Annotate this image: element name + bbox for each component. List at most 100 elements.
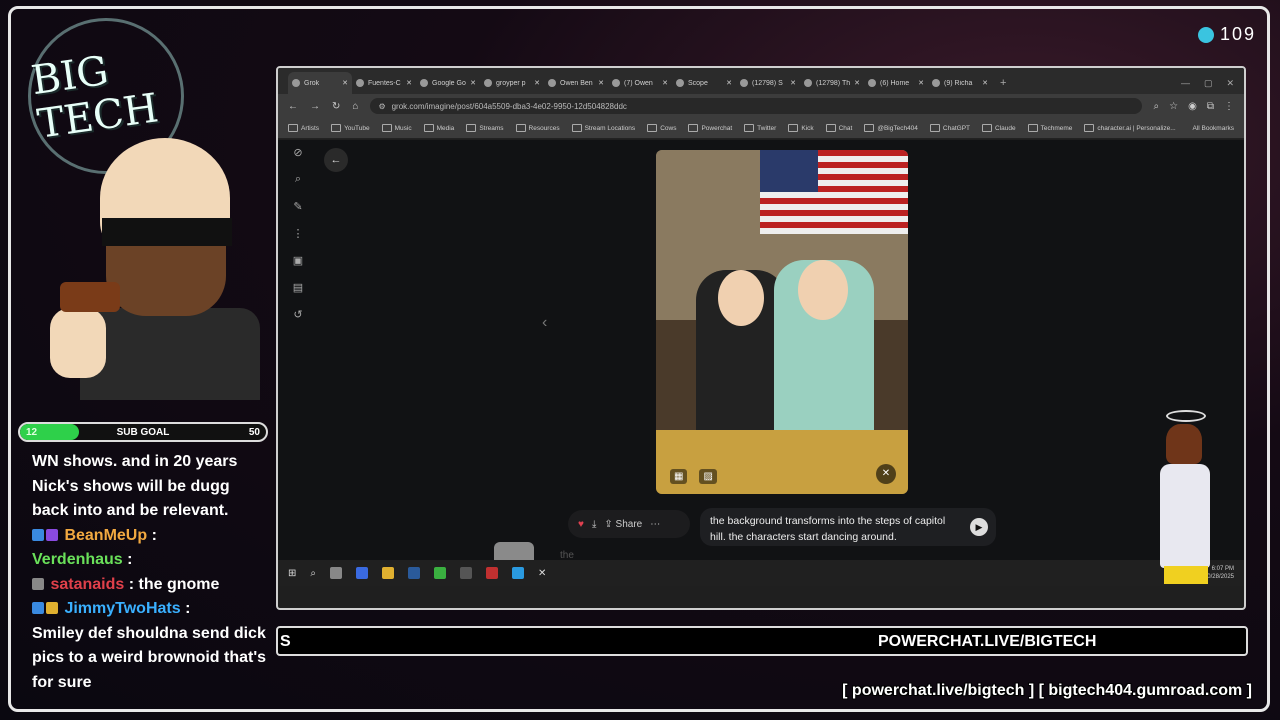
edit-icon[interactable]: ✎ xyxy=(293,200,302,213)
voice-icon[interactable]: ⋮ xyxy=(293,227,304,240)
folder-app-icon[interactable] xyxy=(382,567,394,579)
bookmark-item[interactable]: Stream Locations xyxy=(571,124,635,132)
site-info-icon[interactable]: ⚙ xyxy=(378,102,385,111)
home-icon[interactable]: ⌂ xyxy=(352,101,358,112)
bookmark-folder-icon xyxy=(515,124,526,132)
ticker-bar: S POWERCHAT.LIVE/BIGTECH xyxy=(276,626,1248,656)
taskview-icon[interactable] xyxy=(330,567,342,579)
browser-tab[interactable]: (12798) S ✕ xyxy=(736,72,800,94)
browser-tab[interactable]: groyper p ✕ xyxy=(480,72,544,94)
bookmark-item[interactable]: Claude xyxy=(982,124,1016,132)
back-button[interactable]: ← xyxy=(324,148,348,172)
browser-tab[interactable]: Google Go ✕ xyxy=(416,72,480,94)
bookmark-item[interactable]: Techmeme xyxy=(1027,124,1073,132)
extension-icon[interactable]: ◉ xyxy=(1188,101,1197,112)
puzzle-icon[interactable]: ⧉ xyxy=(1207,101,1214,112)
bookmark-item[interactable]: Streams xyxy=(466,124,504,132)
back-icon[interactable]: ← xyxy=(288,101,298,112)
tab-label: Fuentes-C xyxy=(368,79,401,87)
tab-close-icon[interactable]: ✕ xyxy=(342,79,348,87)
browser-tab[interactable]: (7) Owen ✕ xyxy=(608,72,672,94)
start-icon[interactable]: ⊞ xyxy=(288,568,296,579)
bookmark-item[interactable]: Chat xyxy=(825,124,852,132)
menu-icon[interactable]: ⋮ xyxy=(1224,101,1234,112)
bookmark-folder-icon xyxy=(864,124,875,132)
x-app-icon[interactable]: ✕ xyxy=(538,568,546,579)
minimize-icon[interactable]: — xyxy=(1181,72,1190,94)
bookmark-item[interactable]: @BigTech404 xyxy=(864,124,918,132)
browser-tab[interactable]: (9) Richa ✕ xyxy=(928,72,992,94)
browser-tab[interactable]: Fuentes-C ✕ xyxy=(352,72,416,94)
star-icon[interactable]: ☆ xyxy=(1169,101,1178,112)
url-field[interactable]: ⚙ grok.com/imagine/post/604a5509-dba3-4e… xyxy=(370,98,1142,114)
heart-icon[interactable]: ♥ xyxy=(578,519,584,530)
bookmark-label: Claude xyxy=(995,124,1016,132)
tab-close-icon[interactable]: ✕ xyxy=(598,79,604,87)
reload-icon[interactable]: ↻ xyxy=(332,101,340,112)
tab-close-icon[interactable]: ✕ xyxy=(790,79,796,87)
imagine-icon[interactable]: ▣ xyxy=(293,254,303,267)
viewer-count: 109 xyxy=(1219,24,1256,44)
mute-icon[interactable]: ✕ xyxy=(876,464,896,484)
previous-arrow-icon[interactable]: ‹ xyxy=(542,314,547,332)
tab-close-icon[interactable]: ✕ xyxy=(534,79,540,87)
download-icon[interactable]: ⤓ xyxy=(592,519,596,530)
bookmark-item[interactable]: Music xyxy=(381,124,412,132)
ticker-text: POWERCHAT.LIVE/BIGTECH xyxy=(878,633,1097,650)
image-mode-icon[interactable]: ▨ xyxy=(699,469,717,484)
chat-message: Smiley def shouldna send dick pics to a … xyxy=(32,622,268,696)
chat-text: : the gnome xyxy=(128,575,220,593)
bookmark-item[interactable]: ChatGPT xyxy=(929,124,970,132)
browser-tab[interactable]: Grok ✕ xyxy=(288,72,352,94)
bookmark-folder-icon xyxy=(1084,124,1095,132)
tab-close-icon[interactable]: ✕ xyxy=(726,79,732,87)
chat-user: BeanMeUp xyxy=(64,526,148,544)
taskbar-search-icon[interactable]: ⌕ xyxy=(310,568,316,579)
tab-close-icon[interactable]: ✕ xyxy=(470,79,476,87)
all-bookmarks[interactable]: All Bookmarks xyxy=(1192,125,1234,132)
grok-logo-icon[interactable]: ⊘ xyxy=(293,146,302,159)
bookmark-item[interactable]: Cows xyxy=(647,124,676,132)
bookmark-item[interactable]: Resources xyxy=(515,124,560,132)
tab-close-icon[interactable]: ✕ xyxy=(854,79,860,87)
bookmark-item[interactable]: Twitter xyxy=(744,124,776,132)
zoom-icon[interactable]: ⌕ xyxy=(1154,101,1160,112)
tab-close-icon[interactable]: ✕ xyxy=(918,79,924,87)
generated-image[interactable]: ▦ ▨ ✕ xyxy=(656,150,908,494)
tab-close-icon[interactable]: ✕ xyxy=(662,79,668,87)
promo-links: [ powerchat.live/bigtech ] [ bigtech404.… xyxy=(842,682,1252,699)
bookmark-item[interactable]: Powerchat xyxy=(688,124,732,132)
tab-close-icon[interactable]: ✕ xyxy=(982,79,988,87)
search-icon[interactable]: ⌕ xyxy=(295,173,301,186)
share-button[interactable]: ⇪ Share xyxy=(604,519,642,530)
bookmark-item[interactable]: Kick xyxy=(788,124,814,132)
bookmark-label: Techmeme xyxy=(1040,124,1073,132)
bookmark-label: Resources xyxy=(528,124,560,132)
tab-close-icon[interactable]: ✕ xyxy=(406,79,412,87)
telegram-icon[interactable] xyxy=(512,567,524,579)
close-icon[interactable]: ✕ xyxy=(1226,72,1234,94)
browser-tab[interactable]: Scope ✕ xyxy=(672,72,736,94)
bookmark-item[interactable]: Artists xyxy=(288,124,319,132)
app-icon[interactable] xyxy=(356,567,368,579)
chrome-icon[interactable] xyxy=(434,567,446,579)
forward-icon[interactable]: → xyxy=(310,101,320,112)
viewer-icon xyxy=(1197,26,1214,43)
browser-tab[interactable]: (12798) Th ✕ xyxy=(800,72,864,94)
bookmark-folder-icon xyxy=(929,124,940,132)
history-icon[interactable]: ↺ xyxy=(293,308,302,321)
folder-icon[interactable]: ▤ xyxy=(293,281,303,294)
app-icon[interactable] xyxy=(486,567,498,579)
browser-tab[interactable]: Owen Ben ✕ xyxy=(544,72,608,94)
video-mode-icon[interactable]: ▦ xyxy=(670,469,688,484)
steam-icon[interactable] xyxy=(408,567,420,579)
maximize-icon[interactable]: ▢ xyxy=(1204,72,1213,94)
bookmark-item[interactable]: Media xyxy=(423,124,454,132)
bookmark-item[interactable]: YouTube xyxy=(331,124,370,132)
bookmark-item[interactable]: character.ai | Personalize... xyxy=(1084,124,1176,132)
play-icon[interactable]: ▶ xyxy=(970,518,988,536)
obs-icon[interactable] xyxy=(460,567,472,579)
new-tab-button[interactable]: + xyxy=(992,72,1014,94)
more-icon[interactable]: ⋯ xyxy=(650,519,660,530)
browser-tab[interactable]: (6) Home ✕ xyxy=(864,72,928,94)
